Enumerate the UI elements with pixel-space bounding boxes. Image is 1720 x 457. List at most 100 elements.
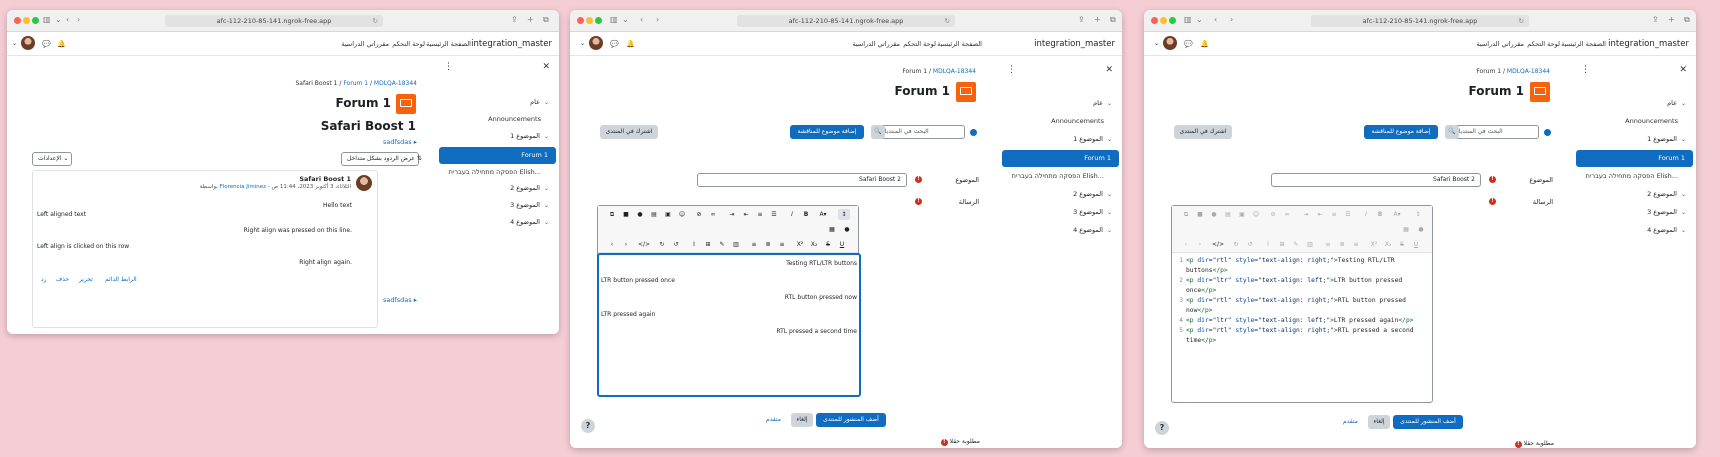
numbered-list-icon[interactable]: ≡ [754,209,766,220]
subscribe-button[interactable]: اشترك في المنتدى [1174,125,1232,139]
sidebar-item-general[interactable]: عام ⌄ [1093,99,1112,107]
sidebar-item-general[interactable]: عام ⌄ [1667,99,1686,107]
ltr-button[interactable]: ‹ [606,239,618,250]
share-icon[interactable]: ⇪ [1652,15,1659,24]
more-icon[interactable]: ⋮ [444,62,453,72]
zoom-window-button[interactable] [595,17,602,24]
sidebar-item-general[interactable]: عام ⌄ [530,98,549,106]
redo-icon[interactable]: ↻ [656,239,668,250]
sidebar-item-topic3[interactable]: الموضوع 3 ⌄ [1647,208,1686,216]
new-tab-icon[interactable]: + [1668,15,1675,24]
tabs-overview-icon[interactable]: ⧉ [1110,15,1116,25]
more-icon[interactable]: ⋮ [1007,65,1016,75]
save-icon[interactable]: ▥ [730,239,742,250]
author-link[interactable]: Florencia Jiminez [220,184,267,190]
breadcrumb-forum[interactable]: Forum 1 [1476,68,1501,75]
cancel-button[interactable]: إلغاء [1368,415,1390,429]
undo-icon[interactable]: ↺ [670,239,682,250]
sidebar-item-topic4[interactable]: الموضوع 4 ⌄ [1073,226,1112,234]
minimize-window-button[interactable] [1160,17,1167,24]
forward-button[interactable]: › [656,15,659,24]
sidebar-item-announcements[interactable]: Announcements [1625,117,1678,125]
html-icon[interactable]: </> [1212,239,1224,250]
back-button[interactable]: ‹ [640,15,643,24]
tabs-overview-icon[interactable]: ⧉ [543,15,549,25]
bell-icon[interactable]: 🔔 [1200,40,1209,48]
sidebar-toggle-icon[interactable]: ▥ [1184,15,1192,24]
sidebar-item-topic3[interactable]: الموضوع 3 ⌄ [510,201,549,209]
user-menu-chevron-icon[interactable]: ⌄ [1154,40,1159,47]
message-textarea[interactable]: Testing RTL/LTR buttons LTR button press… [597,253,861,397]
video-icon[interactable]: ■ [620,209,632,220]
help-icon[interactable] [1544,129,1551,136]
help-question-icon[interactable]: ? [1155,421,1169,435]
close-icon[interactable]: ✕ [1679,65,1687,75]
subject-input[interactable]: Safari Boost 2 [697,173,907,187]
breadcrumb-forum[interactable]: Forum 1 [343,80,368,87]
help-question-icon[interactable]: ? [581,419,595,433]
nav-courses-link[interactable]: مقرراتي الدراسية [1476,40,1524,48]
chat-icon[interactable]: 💬 [42,40,51,48]
file-icon[interactable]: ▤ [648,209,660,220]
clear-format-icon[interactable]: I [688,239,700,250]
chat-icon[interactable]: 💬 [1184,40,1193,48]
table-icon[interactable]: ⊞ [702,239,714,250]
indent-icon[interactable]: ⇥ [726,209,738,220]
sidebar-item-topic4[interactable]: الموضوع 4 ⌄ [1647,226,1686,234]
forward-button[interactable]: › [77,15,80,24]
help-icon[interactable] [970,129,977,136]
bullet-list-icon[interactable]: ☰ [768,209,780,220]
settings-dropdown[interactable]: الإعدادات ⌄ [32,152,72,166]
h5p-icon[interactable]: ▦ [826,224,838,235]
nav-dashboard-link[interactable]: لوحة التحكم [903,40,936,48]
site-brand[interactable]: integration_master [1608,39,1689,49]
nav-courses-link[interactable]: مقرراتي الدراسية [341,40,389,48]
address-bar[interactable]: afc-112-210-85-141.ngrok-free.app ↻ [737,15,955,27]
share-icon[interactable]: ⇪ [1078,15,1085,24]
back-button[interactable]: ‹ [1214,15,1217,24]
user-menu-chevron-icon[interactable]: ⌄ [12,40,17,47]
align-right-icon[interactable]: ≡ [748,239,760,250]
outdent-icon[interactable]: ⇤ [740,209,752,220]
sidebar-item-topic2[interactable]: الموضوع 2 ⌄ [1073,190,1112,198]
avatar[interactable] [21,36,35,50]
close-window-button[interactable] [577,17,584,24]
image-icon[interactable]: ▣ [662,209,674,220]
html-icon[interactable]: </> [638,239,650,250]
html-source-textarea[interactable]: 1 <p dir="rtl" style="text-align: right;"… [1175,256,1430,346]
close-window-button[interactable] [1151,17,1158,24]
subscribe-button[interactable]: اشترك في المنتدى [600,125,658,139]
nav-home-link[interactable]: الصفحة الرئيسية [426,40,471,48]
underline-icon[interactable]: U [836,239,848,250]
reload-icon[interactable]: ↻ [373,15,378,27]
sidebar-item-topic1[interactable]: الموضوع 1 ⌄ [1073,135,1112,143]
add-topic-button[interactable]: إضافة موضوع للمناقشة [790,125,864,139]
user-menu-chevron-icon[interactable]: ⌄ [580,40,585,47]
breadcrumb-course[interactable]: Safari Boost 1 [295,80,337,87]
tabs-overview-icon[interactable]: ⧉ [1684,15,1690,25]
site-brand[interactable]: integration_master [1034,39,1115,49]
advanced-link[interactable]: متقدم [1343,418,1358,425]
forward-button[interactable]: › [1230,15,1233,24]
back-button[interactable]: ‹ [66,15,69,24]
share-icon[interactable]: ⇪ [511,15,518,24]
close-window-button[interactable] [14,17,21,24]
sidebar-item-hebrew[interactable]: הפסקה מתחילה בעברית Elish... [449,168,541,176]
breadcrumb-id[interactable]: MDLQA-18344 [933,68,976,75]
zoom-window-button[interactable] [32,17,39,24]
new-tab-icon[interactable]: + [527,15,534,24]
sidebar-item-topic2[interactable]: الموضوع 2 ⌄ [1647,190,1686,198]
sidebar-item-topic3[interactable]: الموضوع 3 ⌄ [1073,208,1112,216]
microphone-icon[interactable]: ● [634,209,646,220]
sidebar-toggle-icon[interactable]: ▥ [43,15,51,24]
permalink-link[interactable]: الرابط الدائم [105,276,137,283]
thread-link[interactable]: sadfsdas ▸ [383,138,417,146]
chevron-down-icon[interactable]: ⌄ [1196,15,1203,24]
edit-link[interactable]: تحرير [79,276,93,283]
sidebar-item-topic1[interactable]: الموضوع 1 ⌄ [510,132,549,140]
breadcrumb-id[interactable]: MDLQA-18344 [1507,68,1550,75]
sidebar-item-forum1[interactable]: Forum 1 [439,147,556,164]
display-mode-select[interactable]: عرض الردود بشكل متداخل ⇅ [341,152,422,166]
post-to-forum-button[interactable]: أضف المنشور للمنتدى [816,413,886,427]
avatar[interactable] [589,36,603,50]
